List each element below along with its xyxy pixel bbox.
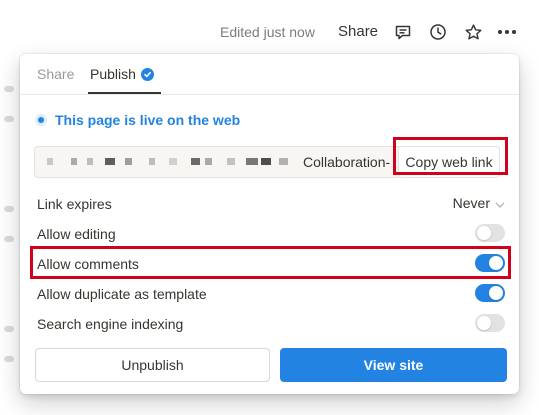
allow-duplicate-toggle[interactable] [475,284,505,302]
background-text-line [4,236,14,242]
setting-label: Link expires [37,196,112,212]
tab-share[interactable]: Share [37,66,74,82]
setting-label: Allow duplicate as template [37,286,207,302]
setting-label: Allow comments [37,256,139,272]
setting-allow-duplicate: Allow duplicate as template [37,282,505,306]
search-indexing-toggle[interactable] [475,314,505,332]
allow-editing-toggle[interactable] [475,224,505,242]
live-status-text: This page is live on the web [55,112,241,128]
redacted-url [41,147,301,177]
active-tab-indicator [88,92,161,94]
setting-search-indexing: Search engine indexing [37,312,505,336]
background-text-line [4,326,14,332]
tab-publish-label: Publish [90,66,136,82]
allow-comments-toggle[interactable] [475,254,505,272]
url-visible-text: Collaboration- [303,154,391,170]
screen: Edited just now Share Share Publish This… [0,0,539,415]
history-clock-icon[interactable] [428,22,448,42]
live-status: This page is live on the web [38,112,240,128]
setting-label: Allow editing [37,226,116,242]
setting-link-expires: Link expires Never [37,192,505,216]
popover-tabs: Share Publish [20,54,519,95]
select-value: Never [452,195,490,211]
tab-publish[interactable]: Publish [90,66,154,82]
publish-popover: Share Publish This page is live on the w… [20,54,519,394]
published-check-icon [140,67,154,81]
copy-web-link-button[interactable]: Copy web link [398,146,500,178]
more-dots-icon[interactable] [497,22,517,42]
background-text-line [4,206,14,212]
toggle-knob [489,286,503,300]
top-bar: Edited just now Share [0,0,539,60]
live-dot-icon [38,117,44,123]
toggle-knob [477,316,491,330]
background-text-line [4,356,14,362]
setting-allow-comments: Allow comments [37,252,505,276]
link-expires-select[interactable]: Never [453,195,505,211]
edited-status: Edited just now [220,24,315,40]
view-site-button[interactable]: View site [280,348,507,382]
setting-allow-editing: Allow editing [37,222,505,246]
background-text-line [4,86,14,92]
web-link-field[interactable]: Collaboration- [34,146,402,178]
toggle-knob [477,226,491,240]
chevron-down-icon [495,195,505,211]
unpublish-button[interactable]: Unpublish [35,348,270,382]
background-text-line [4,116,14,122]
setting-label: Search engine indexing [37,316,184,332]
toggle-knob [489,256,503,270]
share-button[interactable]: Share [338,23,378,40]
comment-icon[interactable] [393,22,413,42]
star-icon[interactable] [463,22,483,42]
